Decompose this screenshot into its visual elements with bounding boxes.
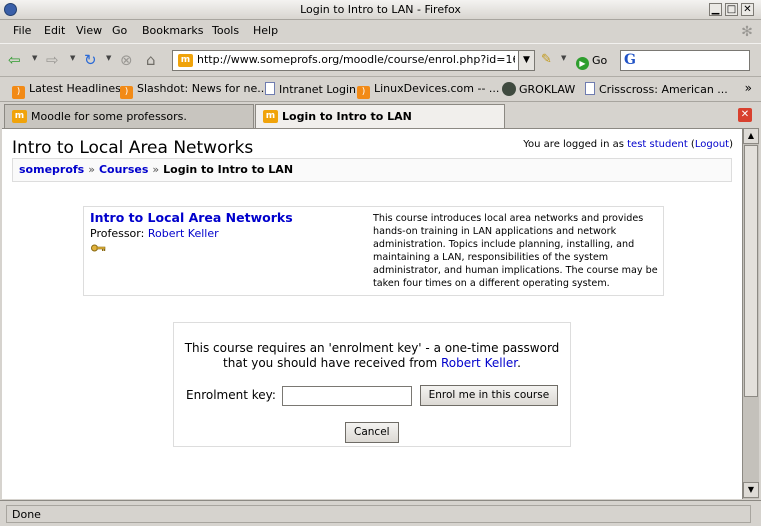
enrolment-form: This course requires an 'enrolment key' … [173,322,571,447]
breadcrumb-courses[interactable]: Courses [99,163,148,176]
scroll-down-arrow-icon[interactable]: ▼ [743,482,759,498]
bookmark-intranet-login[interactable]: Intranet Login [265,82,356,96]
maximize-button[interactable]: □ [725,3,738,16]
menu-tools[interactable]: Tools [212,24,239,37]
forward-dropdown-icon[interactable]: ▼ [70,54,75,62]
rss-icon: ) [12,86,25,99]
breadcrumb-separator: » [88,163,95,176]
reload-icon[interactable]: ↻ [84,51,97,69]
throbber-icon: ✻ [741,24,753,40]
bookmarks-more-chevron-icon[interactable]: » [745,81,752,95]
course-professor: Professor: Robert Keller [90,227,219,240]
rss-icon: ) [357,86,370,99]
breadcrumb-separator: » [152,163,160,176]
page-title: Intro to Local Area Networks [12,138,254,158]
page-content: Intro to Local Area Networks You are log… [2,128,742,499]
url-input[interactable] [197,53,515,66]
minimize-button[interactable]: ▁ [709,3,722,16]
search-input[interactable] [643,53,747,67]
groklaw-icon [502,82,516,96]
status-bar: Done [0,500,761,526]
user-profile-link[interactable]: test student [627,139,688,150]
breadcrumb: someprofs» Courses» Login to Intro to LAN [12,158,732,182]
menu-view[interactable]: View [76,24,102,37]
bookmark-slashdot[interactable]: ) Slashdot: News for ne... [120,82,268,99]
back-dropdown-icon[interactable]: ▼ [32,54,37,62]
moodle-favicon-icon: m [263,110,278,123]
bookmark-groklaw[interactable]: GROKLAW [502,82,575,96]
tab-label: Login to Intro to LAN [282,110,412,123]
back-arrow-icon[interactable]: ⇦ [8,51,21,69]
search-bar[interactable]: G [620,50,750,71]
close-window-button[interactable]: ✕ [741,3,754,16]
stop-icon[interactable]: ⊗ [120,51,133,69]
course-info-box: Intro to Local Area Networks Professor: … [83,206,664,296]
enrolment-key-input[interactable] [281,385,412,406]
go-label: Go [592,54,608,67]
breadcrumb-current: Login to Intro to LAN [163,163,294,176]
course-summary: This course introduces local area networ… [373,213,658,289]
enrolment-key-label: Enrolment key: [186,388,276,402]
reload-dropdown-icon[interactable]: ▼ [106,54,111,62]
menu-go[interactable]: Go [112,24,127,37]
go-icon: ▶ [576,57,589,70]
menu-bar: File Edit View Go Bookmarks Tools Help [0,21,761,42]
navigation-toolbar: ⇦ ▼ ⇨ ▼ ↻ ▼ ⊗ ⌂ m ▼ ✎ ▼ ▶Go G [0,43,761,75]
window-titlebar: Login to Intro to LAN - Firefox ▁ □ ✕ [0,0,761,20]
url-history-dropdown-icon[interactable]: ▼ [518,50,535,71]
teacher-link[interactable]: Robert Keller [441,356,517,370]
moodle-favicon-icon: m [12,110,27,123]
enrolment-key-icon [91,244,106,252]
menu-help[interactable]: Help [253,24,278,37]
window-title: Login to Intro to LAN - Firefox [300,3,461,16]
cancel-button[interactable]: Cancel [345,422,399,443]
page-icon [585,82,595,95]
bookmarks-toolbar: ) Latest Headlines ) Slashdot: News for ne… [0,76,761,100]
login-info: You are logged in as test student (Logou… [523,139,733,150]
menu-file[interactable]: File [13,24,31,37]
status-text: Done [6,505,751,523]
moodle-favicon-icon: m [178,54,193,67]
logout-link[interactable]: Logout [695,139,729,150]
rss-icon: ) [120,86,133,99]
bookmark-linuxdevices[interactable]: ) LinuxDevices.com -- ... [357,82,499,99]
close-tab-icon[interactable]: ✕ [738,108,752,122]
professor-link[interactable]: Robert Keller [148,227,219,240]
bookmark-dropdown-icon[interactable]: ▼ [561,54,566,62]
bookmark-latest-headlines[interactable]: ) Latest Headlines [12,82,121,99]
forward-arrow-icon[interactable]: ⇨ [46,51,59,69]
tab-moodle[interactable]: m Moodle for some professors. [4,104,254,128]
menu-edit[interactable]: Edit [44,24,65,37]
tab-label: Moodle for some professors. [31,110,187,123]
bookmark-crisscross[interactable]: Crisscross: American ... [585,82,728,96]
vertical-scrollbar[interactable]: ▲ ▼ [742,128,759,499]
url-bar[interactable]: m [172,50,518,71]
breadcrumb-someprofs[interactable]: someprofs [19,163,84,176]
bookmark-star-icon[interactable]: ✎ [541,51,552,69]
enrol-button[interactable]: Enrol me in this course [419,385,559,406]
menu-bookmarks[interactable]: Bookmarks [142,24,203,37]
page-icon [265,82,275,95]
scroll-up-arrow-icon[interactable]: ▲ [743,128,759,144]
scroll-thumb[interactable] [744,145,758,397]
tab-login-lan[interactable]: m Login to Intro to LAN [255,104,505,128]
tab-bar: m Moodle for some professors. m Login to… [0,101,761,128]
google-search-icon[interactable]: G [624,53,636,68]
home-icon[interactable]: ⌂ [146,51,156,69]
enrolment-key-row: Enrolment key: Enrol me in this course [186,385,559,406]
course-name-link[interactable]: Intro to Local Area Networks [90,210,293,225]
enrolment-message: This course requires an 'enrolment key' … [184,341,560,370]
go-button[interactable]: ▶ Go [576,54,607,70]
